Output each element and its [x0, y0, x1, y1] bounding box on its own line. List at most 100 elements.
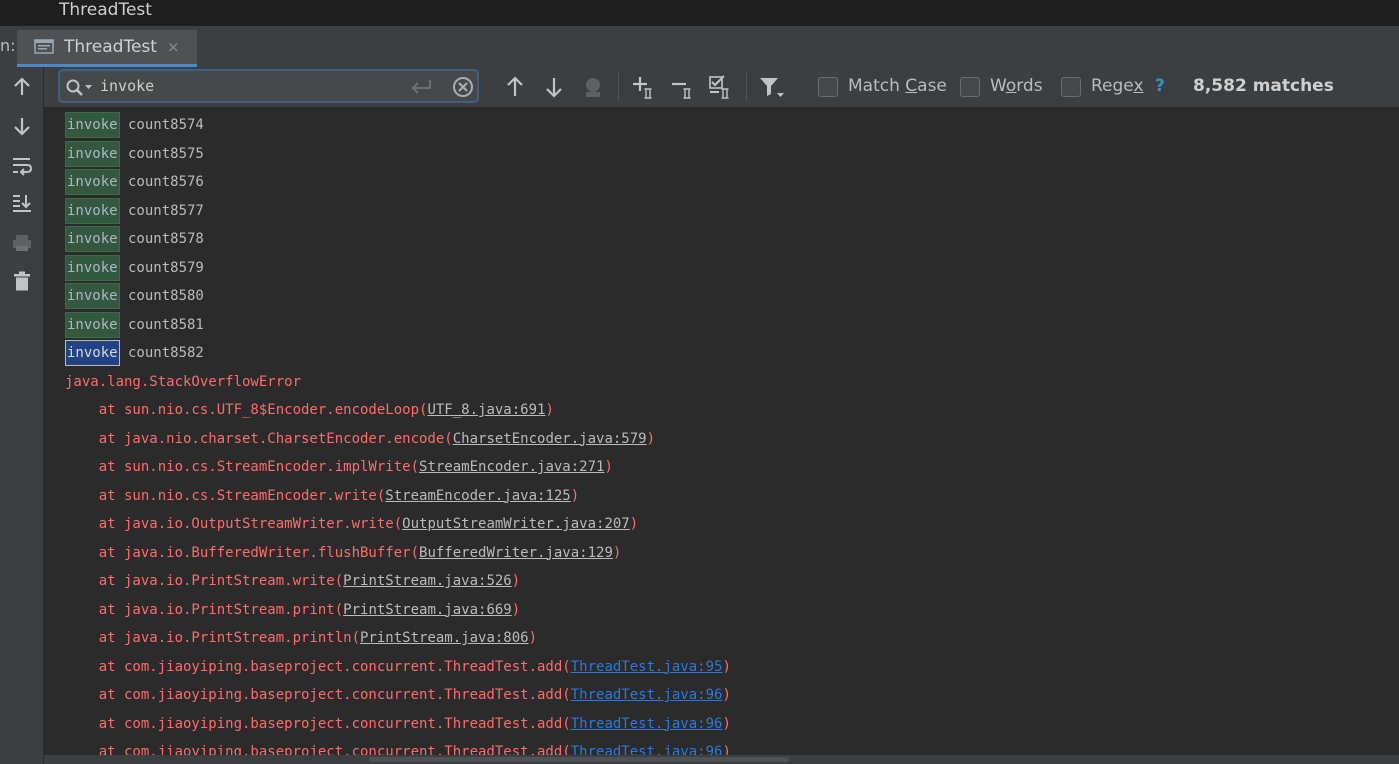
next-occurrence-icon[interactable]	[541, 74, 567, 100]
remove-occurrence-icon[interactable]	[670, 74, 696, 100]
source-link[interactable]: ThreadTest.java:96	[571, 744, 723, 755]
arrow-down-icon[interactable]	[10, 114, 34, 138]
match-highlight: invoke	[65, 254, 120, 281]
add-occurrence-icon[interactable]	[631, 74, 657, 100]
source-link[interactable]: PrintStream.java:806	[360, 630, 529, 646]
stack-frame-text: )	[722, 744, 731, 755]
match-highlight: invoke	[65, 283, 120, 309]
match-highlight: invoke	[65, 197, 120, 224]
source-link[interactable]: StreamEncoder.java:125	[385, 488, 570, 504]
stack-frame-text: at java.io.OutputStreamWriter.write(	[65, 516, 403, 532]
scrollbar-thumb[interactable]	[369, 757, 789, 762]
console-text: count8578	[119, 231, 204, 247]
source-link[interactable]: ThreadTest.java:95	[571, 659, 723, 675]
words-label[interactable]: Words	[990, 76, 1043, 96]
stack-frame: at sun.nio.cs.UTF_8$Encoder.encodeLoop(U…	[65, 397, 554, 425]
scroll-to-end-icon[interactable]	[10, 191, 34, 215]
console-line: invoke count8578	[65, 226, 204, 254]
stack-frame: at com.jiaoyiping.baseproject.concurrent…	[65, 654, 731, 682]
stack-frame-text: at java.io.PrintStream.println(	[65, 630, 361, 646]
match-case-checkbox[interactable]	[818, 77, 838, 97]
source-link[interactable]: ThreadTest.java:96	[571, 687, 723, 703]
stack-frame-text: at com.jiaoyiping.baseproject.concurrent…	[65, 658, 571, 675]
console-line: invoke count8574	[65, 112, 204, 140]
console-line: invoke count8582	[65, 340, 204, 368]
words-checkbox[interactable]	[960, 77, 980, 97]
stack-frame-text: )	[629, 516, 639, 532]
trash-icon[interactable]	[10, 269, 34, 293]
window-title: ThreadTest	[59, 0, 152, 20]
console-text: count8576	[119, 174, 204, 190]
stack-frame: at java.nio.charset.CharsetEncoder.encod…	[65, 426, 655, 454]
console-line: invoke count8581	[65, 311, 204, 340]
source-link[interactable]: PrintStream.java:669	[343, 602, 512, 618]
stack-frame-text: at sun.nio.cs.StreamEncoder.write(	[65, 487, 386, 504]
stack-frame-text: at java.io.PrintStream.print(	[65, 601, 344, 618]
stack-frame-text: at com.jiaoyiping.baseproject.concurrent…	[65, 715, 571, 732]
stack-frame-text: at java.nio.charset.CharsetEncoder.encod…	[65, 430, 453, 447]
arrow-up-icon[interactable]	[10, 75, 34, 99]
find-all-icon[interactable]	[580, 74, 606, 100]
error-header: java.lang.StackOverflowError	[65, 373, 302, 390]
stack-frame: at java.io.OutputStreamWriter.write(Outp…	[65, 511, 638, 539]
source-link[interactable]: ThreadTest.java:96	[571, 716, 723, 732]
source-link[interactable]: BufferedWriter.java:129	[419, 545, 613, 561]
close-icon[interactable]: ×	[167, 38, 180, 56]
console-text: count8582	[119, 345, 204, 361]
console-text: count8581	[119, 316, 204, 333]
tool-window-label: n:	[0, 36, 16, 55]
search-history-icon[interactable]	[65, 78, 95, 102]
stack-frame-text: at com.jiaoyiping.baseproject.concurrent…	[65, 687, 571, 703]
regex-label[interactable]: Regex	[1091, 76, 1144, 96]
clear-search-icon[interactable]	[452, 76, 474, 102]
soft-wrap-icon[interactable]	[10, 153, 34, 177]
stack-frame: at java.io.BufferedWriter.flushBuffer(Bu…	[65, 540, 622, 568]
search-field[interactable]	[58, 69, 479, 103]
stack-frame-text: )	[612, 544, 622, 561]
source-link[interactable]: UTF_8.java:691	[427, 402, 545, 418]
source-link[interactable]: PrintStream.java:526	[343, 573, 512, 589]
match-count: 8,582 matches	[1193, 76, 1334, 96]
stack-frame-text: at java.io.BufferedWriter.flushBuffer(	[65, 544, 420, 561]
console-output[interactable]: invoke count8574 invoke count8575 invoke c…	[45, 107, 1399, 755]
tab-threadtest[interactable]: ThreadTest ×	[17, 30, 197, 67]
regex-help-link[interactable]: ?	[1155, 76, 1165, 96]
previous-occurrence-icon[interactable]	[502, 74, 528, 100]
tab-label: ThreadTest	[64, 37, 157, 57]
print-icon[interactable]	[10, 231, 34, 255]
new-line-icon[interactable]	[409, 77, 435, 99]
match-highlight: invoke	[65, 140, 120, 167]
source-link[interactable]: StreamEncoder.java:271	[419, 459, 604, 475]
console-left-toolbar	[0, 67, 44, 764]
current-match-highlight: invoke	[65, 340, 120, 366]
match-highlight: invoke	[65, 112, 120, 138]
stack-frame: at java.io.PrintStream.println(PrintStre…	[65, 625, 537, 653]
stack-frame-text: at com.jiaoyiping.baseproject.concurrent…	[65, 744, 571, 755]
horizontal-scrollbar[interactable]	[44, 755, 1399, 764]
console-window-icon	[34, 39, 54, 54]
stack-frame-text: at sun.nio.cs.StreamEncoder.implWrite(	[65, 459, 420, 475]
run-tab-bar: n: ThreadTest ×	[0, 27, 1399, 67]
stack-frame-text: )	[545, 402, 554, 418]
source-link[interactable]: CharsetEncoder.java:579	[453, 431, 647, 447]
console-text: count8575	[119, 145, 204, 162]
filter-icon[interactable]	[758, 74, 784, 100]
regex-checkbox[interactable]	[1061, 77, 1081, 97]
select-all-occurrences-icon[interactable]	[708, 74, 734, 100]
stack-frame: at com.jiaoyiping.baseproject.concurrent…	[65, 682, 731, 710]
console-line: invoke count8579	[65, 254, 204, 283]
stack-frame-text: )	[528, 630, 538, 646]
stack-frame-text: )	[570, 487, 580, 504]
match-highlight: invoke	[65, 169, 120, 195]
stack-frame-text: )	[511, 573, 521, 589]
match-highlight: invoke	[65, 311, 120, 338]
stack-frame-text: at sun.nio.cs.UTF_8$Encoder.encodeLoop(	[65, 402, 428, 418]
stack-frame: at com.jiaoyiping.baseproject.concurrent…	[65, 711, 731, 739]
match-case-label[interactable]: Match Case	[848, 76, 947, 96]
console-line: invoke count8580	[65, 283, 204, 311]
stack-frame-text: )	[646, 430, 656, 447]
stack-frame-text: at java.io.PrintStream.write(	[65, 573, 344, 589]
stack-frame: at java.io.PrintStream.print(PrintStream…	[65, 597, 520, 625]
search-input[interactable]	[100, 75, 400, 97]
source-link[interactable]: OutputStreamWriter.java:207	[402, 516, 630, 532]
